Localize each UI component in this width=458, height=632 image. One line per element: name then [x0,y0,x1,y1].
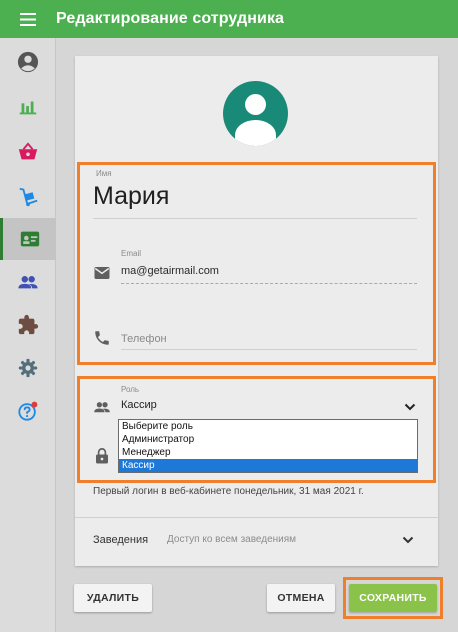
email-underline [121,283,417,284]
email-icon [94,267,110,279]
account-circle-icon [17,51,39,73]
name-label: Имя [96,169,112,178]
role-option-selected[interactable]: Кассир [119,459,417,472]
name-input[interactable]: Мария [93,182,169,211]
role-dropdown-list: Выберите роль Администратор Менеджер Кас… [118,419,418,473]
sidebar-item-analytics[interactable] [0,86,56,128]
role-option[interactable]: Выберите роль [119,420,417,433]
help-icon [18,401,38,421]
sidebar-item-settings[interactable] [0,347,56,389]
gear-icon [18,358,38,378]
hamburger-menu-icon[interactable] [0,0,56,38]
sidebar-item-stock[interactable] [0,176,56,218]
lock-icon [96,448,108,464]
role-option[interactable]: Администратор [119,433,417,446]
sidebar-item-sales[interactable] [0,131,56,173]
delete-button[interactable]: УДАЛИТЬ [74,584,152,612]
dolly-cart-icon [19,187,38,207]
chevron-down-icon[interactable] [402,536,414,544]
employee-avatar-icon [223,81,288,146]
sidebar-item-customers[interactable] [0,261,56,303]
app-bar: Редактирование сотрудника [0,0,458,38]
cancel-button[interactable]: ОТМЕНА [267,584,335,612]
section-divider [75,517,438,518]
bar-chart-icon [19,101,37,115]
badge-card-icon [20,231,39,247]
branches-select[interactable]: Доступ ко всем заведениям [167,534,296,545]
shopping-basket-icon [18,142,38,160]
save-button[interactable]: СОХРАНИТЬ [349,584,437,612]
name-underline [93,218,417,219]
phone-underline [121,349,417,350]
sidebar [0,38,56,632]
role-label: Роль [121,385,140,394]
role-option[interactable]: Менеджер [119,446,417,459]
email-label: Email [121,249,142,258]
phone-input[interactable]: Телефон [121,333,167,345]
email-input[interactable]: ma@getairmail.com [121,265,219,277]
sidebar-item-profile[interactable] [0,41,56,83]
sidebar-item-employees[interactable] [0,218,56,260]
branches-label: Заведения [93,534,149,546]
people-icon [18,276,38,289]
role-select[interactable]: Кассир [121,399,157,411]
puzzle-icon [18,314,39,335]
first-login-info: Первый логин в веб-кабинете понедельник,… [93,486,364,497]
sidebar-item-integrations[interactable] [0,304,56,346]
chevron-down-icon[interactable] [404,403,416,411]
sidebar-item-help[interactable] [0,390,56,432]
employee-form-card: Имя Мария Email ma@getairmail.com Телефо… [75,56,438,566]
page-title: Редактирование сотрудника [56,10,285,27]
phone-icon [95,331,109,345]
people-icon [94,402,110,413]
